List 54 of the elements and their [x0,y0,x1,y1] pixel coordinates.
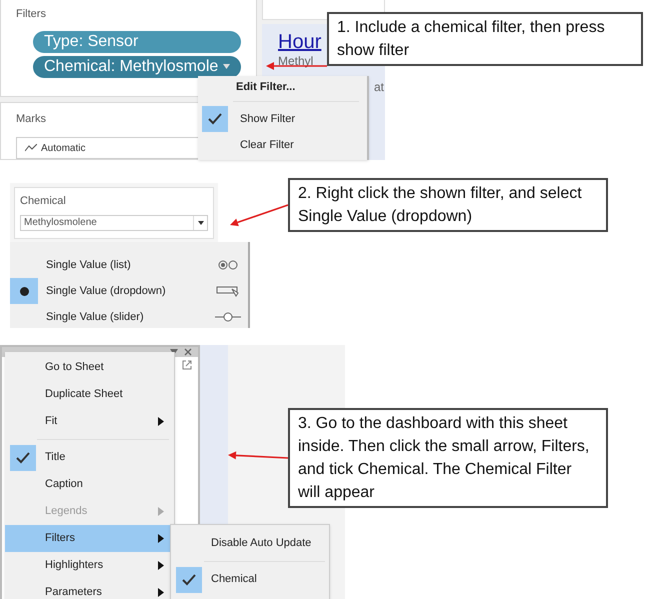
dropdown-icon [216,285,240,297]
menu-label: Highlighters [45,558,104,574]
menu-row[interactable]: Fit [5,408,174,435]
menu-label: Filters [45,531,76,546]
menu-row[interactable]: Chemical [171,566,329,593]
external-link-icon[interactable] [182,360,192,370]
callout-box: 2. Right click the shown filter, and select Single Value (dropdown) [288,178,608,232]
menu-item[interactable]: Edit Filter... [198,79,367,97]
check-icon [16,452,30,464]
filter-pill[interactable]: Chemical: Methylosmole [33,56,241,78]
menu-label: Caption [45,477,84,492]
sheet-text: at [374,80,385,94]
card-title: Marks [16,112,46,126]
check-icon [208,113,222,125]
caret-icon [198,220,204,224]
menu-label: Disable Auto Update [211,536,312,552]
callout-box: 1. Include a chemical filter, then press show filter [327,12,643,66]
menu-row[interactable]: Highlighters [5,552,174,579]
menu-item[interactable]: Single Value (list) [46,256,208,274]
sheet-title-link[interactable]: Hour [278,30,322,54]
menu-label: Go to Sheet [45,360,105,376]
pointer-arrow [228,451,288,460]
radio-list-icon [218,260,238,270]
menu-label: Fit [45,414,58,430]
card-title: Filters [16,7,47,22]
menu-item[interactable]: Single Value (dropdown) [46,282,208,300]
caret-icon [223,64,230,69]
menu-row[interactable]: Parameters [5,579,174,599]
checkbox[interactable] [10,444,36,470]
menu-item[interactable]: Show Filter [240,110,296,128]
menu-row[interactable]: Duplicate Sheet [5,381,174,408]
line-chart-icon [25,144,37,152]
pointer-arrow [230,204,288,226]
callout-box: 3. Go to the dashboard with this sheet inside. Then click the small arrow, Filters, and tick Chemical. The Chemical Filter will appear [288,408,608,508]
menu-row[interactable]: Title [5,444,174,471]
menu-item[interactable]: Single Value (slider) [46,308,208,326]
menu-label: Chemical [211,572,258,588]
menu-label: Parameters [45,585,103,599]
close-icon[interactable] [184,348,192,356]
filter-title: Chemical [20,194,67,209]
checkbox[interactable] [202,106,228,132]
slider-icon [215,312,241,322]
menu-label: Title [45,450,66,466]
menu-row[interactable]: Go to Sheet [5,354,174,381]
checkbox[interactable] [176,566,202,592]
menu-item[interactable]: Clear Filter [240,136,294,154]
radio-marker[interactable] [10,278,38,304]
filter-dropdown[interactable]: Methylosmolene [20,214,208,230]
menu-label: Duplicate Sheet [45,387,124,402]
menu-label: Legends [45,504,88,520]
menu-row[interactable]: Disable Auto Update [171,530,329,557]
check-icon [182,574,196,586]
menu-row[interactable]: Caption [5,471,174,498]
sheet-subtitle: Methyl [278,54,314,68]
